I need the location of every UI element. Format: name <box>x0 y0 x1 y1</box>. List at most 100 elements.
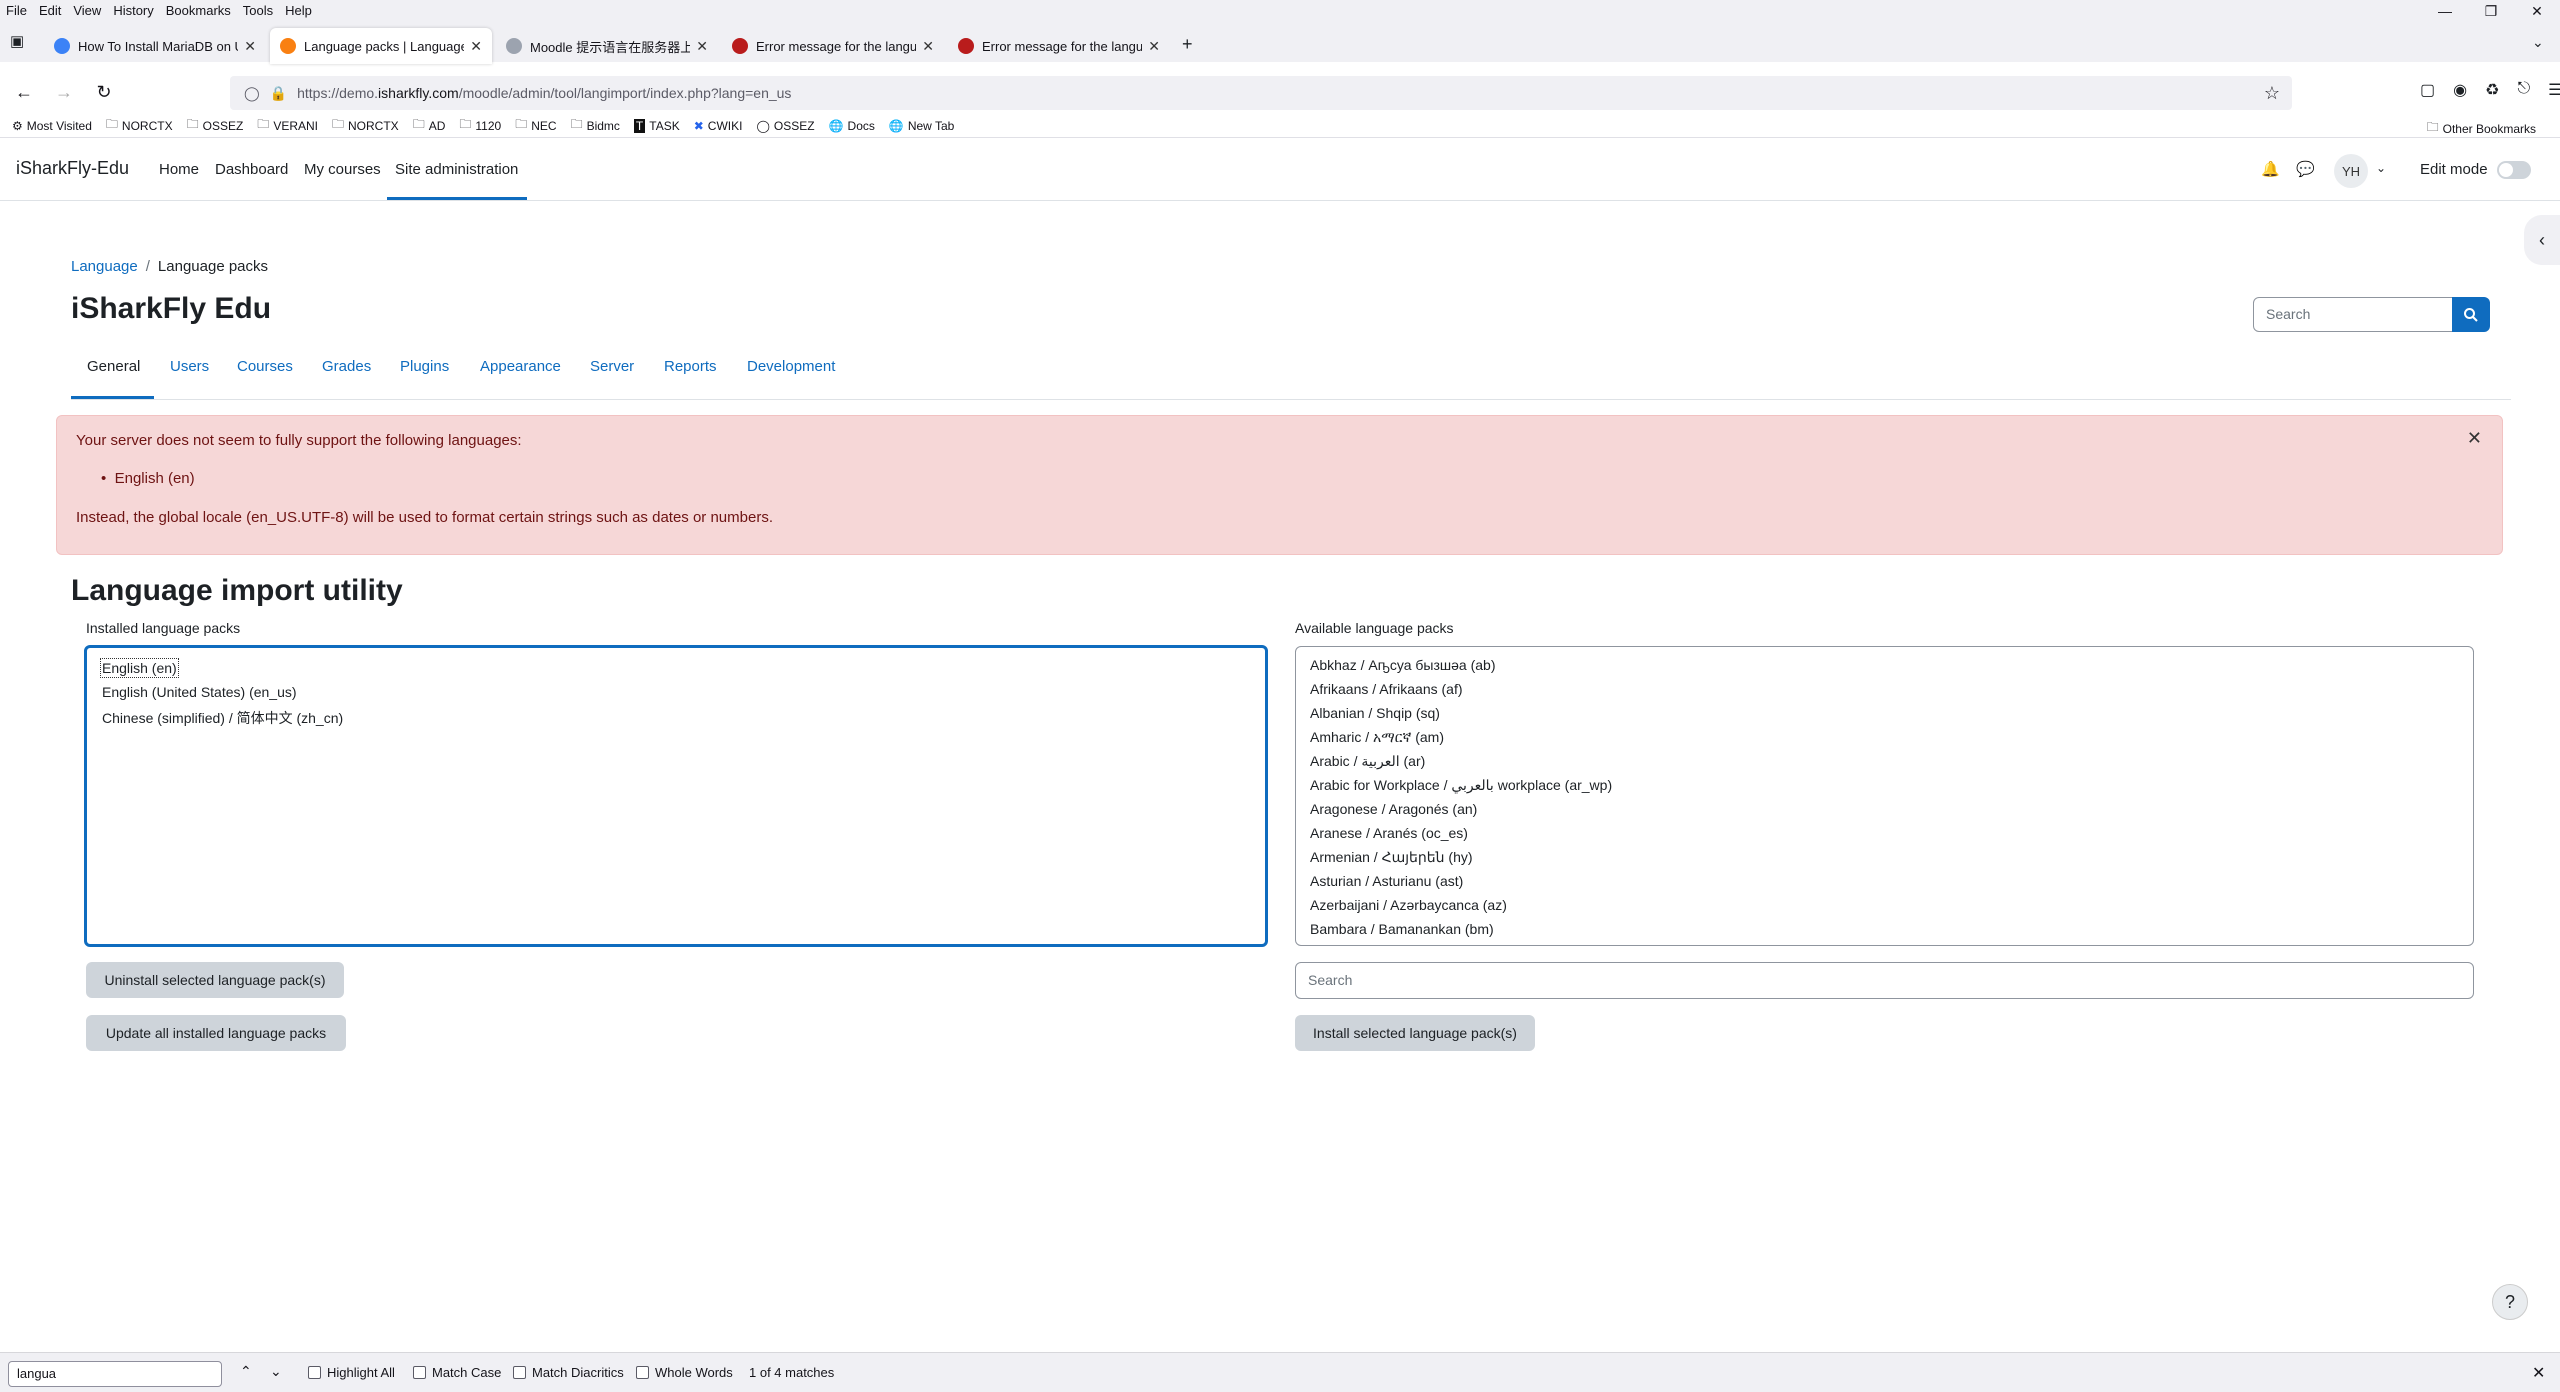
reload-icon[interactable]: ↻ <box>88 76 120 108</box>
chevron-down-icon[interactable]: ⌄ <box>2532 34 2544 51</box>
menu-tools[interactable]: Tools <box>243 3 273 18</box>
browser-tab[interactable]: How To Install MariaDB on Ubu ✕ <box>44 28 266 64</box>
bookmark-cwiki[interactable]: ✖ CWIKI <box>694 119 743 133</box>
tab-development[interactable]: Development <box>747 358 835 375</box>
messages-icon[interactable]: 💬 <box>2296 160 2315 178</box>
tab-plugins[interactable]: Plugins <box>400 358 449 375</box>
browser-tab-active[interactable]: Language packs | Language | A: ✕ <box>270 28 492 64</box>
back-arrow-icon[interactable]: ← <box>8 76 40 108</box>
close-icon[interactable]: ✕ <box>2467 428 2482 449</box>
admin-search-input[interactable]: Search <box>2253 297 2453 332</box>
bookmark-folder[interactable]: 🗀 OSSEZ <box>187 115 244 136</box>
avatar[interactable]: YH <box>2334 154 2368 188</box>
bookmark-folder[interactable]: 🗀 NEC <box>515 115 556 136</box>
shield-icon[interactable]: ◯ <box>244 85 260 102</box>
available-pack-option[interactable]: Asturian / Asturianu (ast) <box>1310 873 1463 889</box>
edit-mode-toggle[interactable] <box>2497 161 2531 179</box>
bookmark-docs[interactable]: 🌐 Docs <box>829 119 875 133</box>
menu-view[interactable]: View <box>73 3 101 18</box>
help-question-icon[interactable]: ? <box>2492 1284 2528 1320</box>
available-pack-option[interactable]: Arabic / العربية (ar) <box>1310 753 1425 770</box>
menu-history[interactable]: History <box>113 3 153 18</box>
bookmark-ossez[interactable]: ◯ OSSEZ <box>756 119 814 133</box>
extensions-icon[interactable]: ♻ <box>2485 80 2499 100</box>
forward-arrow-icon[interactable]: → <box>48 76 80 108</box>
install-button[interactable]: Install selected language pack(s) <box>1295 1015 1535 1051</box>
available-pack-option[interactable]: Bambara / Bamanankan (bm) <box>1310 921 1494 937</box>
available-pack-option[interactable]: Arabic for Workplace / بالعربي workplace… <box>1310 777 1612 794</box>
available-packs-select[interactable]: Abkhaz / Аҧсуа бызшәа (ab) Afrikaans / A… <box>1295 646 2474 946</box>
url-bar[interactable]: ◯ 🔒 https://demo. isharkfly.com/moodle/ad… <box>230 76 2292 110</box>
bookmark-star-icon[interactable]: ☆ <box>2264 83 2280 104</box>
available-pack-option[interactable]: Albanian / Shqip (sq) <box>1310 705 1440 721</box>
pocket-icon[interactable]: ▢ <box>2420 80 2435 100</box>
tab-users[interactable]: Users <box>170 358 209 375</box>
bookmark-folder[interactable]: 🗀 VERANI <box>257 115 318 136</box>
find-next-chevron-down-icon[interactable]: ⌄ <box>270 1363 282 1380</box>
available-pack-option[interactable]: Abkhaz / Аҧсуа бызшәа (ab) <box>1310 657 1496 673</box>
whole-words-checkbox[interactable]: Whole Words <box>636 1365 733 1380</box>
available-pack-option[interactable]: Armenian / Հայերեն (hy) <box>1310 849 1473 866</box>
tab-courses[interactable]: Courses <box>237 358 293 375</box>
update-all-button[interactable]: Update all installed language packs <box>86 1015 346 1051</box>
nav-home[interactable]: Home <box>159 161 199 178</box>
browser-tab[interactable]: Error message for the language ✕ <box>722 28 944 64</box>
installed-pack-option[interactable]: Chinese (simplified) / 简体中文 (zh_cn) <box>102 708 343 728</box>
menu-help[interactable]: Help <box>285 3 312 18</box>
account-icon[interactable]: ◉ <box>2453 80 2467 100</box>
installed-pack-option[interactable]: English (United States) (en_us) <box>102 684 297 700</box>
bookmark-task[interactable]: T TASK <box>633 118 680 133</box>
installed-pack-option[interactable]: English (en) <box>100 658 179 678</box>
other-bookmarks[interactable]: 🗀 Other Bookmarks <box>2427 118 2536 139</box>
bookmark-folder[interactable]: 🗀 1120 <box>459 115 501 136</box>
share-icon[interactable]: ⎋ <box>2517 80 2530 100</box>
available-pack-option[interactable]: Afrikaans / Afrikaans (af) <box>1310 681 1463 697</box>
highlight-all-checkbox[interactable]: Highlight All <box>308 1365 395 1380</box>
tab-list-icon[interactable]: ▣ <box>10 32 24 50</box>
close-window-icon[interactable]: ✕ <box>2514 0 2560 22</box>
drawer-toggle-chevron-left-icon[interactable]: ‹ <box>2524 215 2560 265</box>
match-case-checkbox[interactable]: Match Case <box>413 1365 501 1380</box>
tab-server[interactable]: Server <box>590 358 634 375</box>
nav-dashboard[interactable]: Dashboard <box>215 161 288 178</box>
nav-site-administration[interactable]: Site administration <box>395 161 518 178</box>
menu-file[interactable]: File <box>6 3 27 18</box>
hamburger-menu-icon[interactable]: ☰ <box>2548 80 2560 100</box>
available-pack-option[interactable]: Aragonese / Aragonés (an) <box>1310 801 1477 817</box>
tab-appearance[interactable]: Appearance <box>480 358 561 375</box>
menu-edit[interactable]: Edit <box>39 3 61 18</box>
tab-close-icon[interactable]: ✕ <box>244 38 256 55</box>
nav-my-courses[interactable]: My courses <box>304 161 381 178</box>
chevron-down-icon[interactable]: ⌄ <box>2376 161 2386 175</box>
lock-icon[interactable]: 🔒 <box>270 85 287 102</box>
bookmark-folder[interactable]: 🗀 AD <box>413 115 446 136</box>
browser-tab[interactable]: Moodle 提示语言在服务器上不 ✕ <box>496 28 718 64</box>
installed-packs-select[interactable]: English (en) English (United States) (en… <box>84 645 1268 947</box>
browser-tab[interactable]: Error message for the language ✕ <box>948 28 1170 64</box>
tab-general[interactable]: General <box>87 358 140 375</box>
tab-close-icon[interactable]: ✕ <box>922 38 934 55</box>
maximize-icon[interactable]: ❐ <box>2468 0 2514 22</box>
available-pack-option[interactable]: Amharic / አማርኛ (am) <box>1310 729 1444 746</box>
find-input[interactable]: langua <box>8 1361 222 1387</box>
tab-grades[interactable]: Grades <box>322 358 371 375</box>
tab-close-icon[interactable]: ✕ <box>1148 38 1160 55</box>
bookmark-new-tab[interactable]: 🌐 New Tab <box>889 119 954 133</box>
close-findbar-icon[interactable]: ✕ <box>2532 1363 2545 1383</box>
new-tab-plus-icon[interactable]: + <box>1182 34 1193 55</box>
bookmark-folder[interactable]: 🗀 Bidmc <box>571 115 620 136</box>
minimize-icon[interactable]: — <box>2422 0 2468 22</box>
tab-close-icon[interactable]: ✕ <box>696 38 708 55</box>
bookmark-folder[interactable]: 🗀 NORCTX <box>106 115 173 136</box>
available-packs-search-input[interactable]: Search <box>1295 962 2474 999</box>
menu-bookmarks[interactable]: Bookmarks <box>166 3 231 18</box>
tab-reports[interactable]: Reports <box>664 358 717 375</box>
find-previous-chevron-up-icon[interactable]: ⌃ <box>240 1363 252 1380</box>
bookmark-most-visited[interactable]: ⚙ Most Visited <box>12 119 92 133</box>
notification-bell-icon[interactable]: 🔔 <box>2261 160 2280 178</box>
match-diacritics-checkbox[interactable]: Match Diacritics <box>513 1365 624 1380</box>
bookmark-folder[interactable]: 🗀 NORCTX <box>332 115 399 136</box>
breadcrumb-language-link[interactable]: Language <box>71 258 138 275</box>
tab-close-icon[interactable]: ✕ <box>470 38 482 55</box>
search-button[interactable] <box>2452 297 2490 332</box>
